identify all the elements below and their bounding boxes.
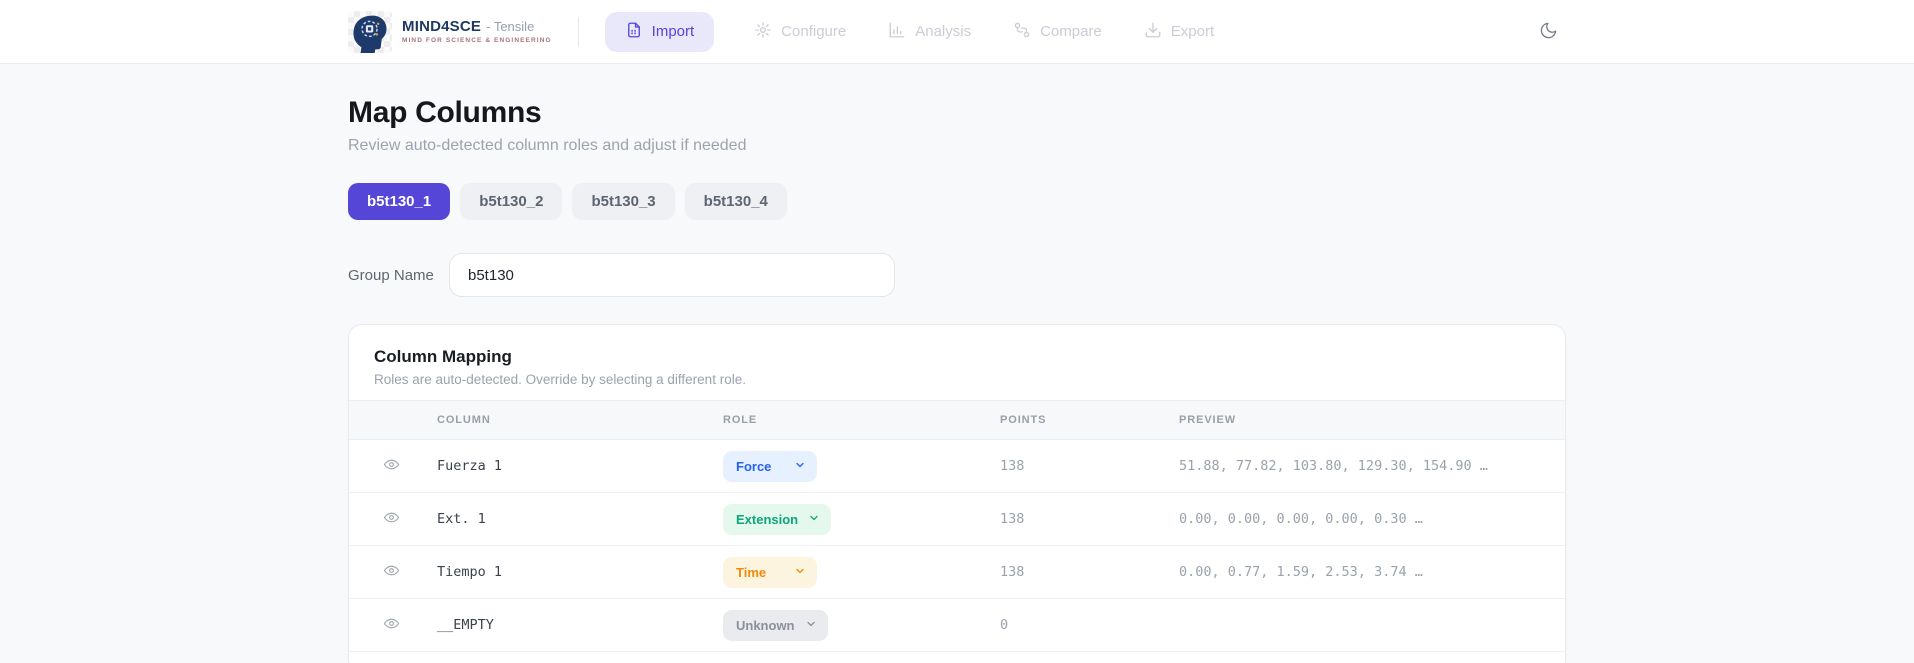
brand-logo-icon	[348, 10, 392, 53]
chevron-down-icon	[794, 459, 806, 474]
nav-item-label: Compare	[1040, 23, 1102, 40]
visibility-toggle[interactable]	[377, 611, 405, 639]
column-header-column: COLUMN	[437, 414, 491, 426]
dataset-tabs: b5t130_1 b5t130_2 b5t130_3 b5t130_4	[348, 183, 1566, 220]
preview-values: 51.88, 77.82, 103.80, 129.30, 154.90 …	[1179, 458, 1488, 474]
nav-item-configure[interactable]: Configure	[752, 12, 848, 52]
nav-item-label: Configure	[781, 23, 847, 40]
role-value: Extension	[736, 511, 799, 527]
compare-icon	[1013, 21, 1031, 43]
download-icon	[1144, 21, 1162, 43]
gear-icon	[754, 21, 772, 43]
top-nav: MIND4SCE - Tensile MIND FOR SCIENCE & EN…	[0, 0, 1914, 64]
role-value: Time	[736, 564, 767, 580]
page-title: Map Columns	[348, 96, 542, 129]
column-name: Tiempo 1	[437, 564, 503, 580]
tab-b5t130-3[interactable]: b5t130_3	[572, 183, 675, 220]
theme-toggle-button[interactable]	[1530, 14, 1566, 50]
table-row: Fuerza 1 Force 138 51.88, 77.82, 103.80,…	[349, 440, 1565, 493]
nav-item-label: Analysis	[915, 23, 972, 40]
page-subtitle: Review auto-detected column roles and ad…	[348, 137, 747, 154]
chevron-down-icon	[794, 565, 806, 580]
column-header-preview: PREVIEW	[1179, 414, 1237, 426]
points-count: 0	[1000, 617, 1009, 633]
brand: MIND4SCE - Tensile MIND FOR SCIENCE & EN…	[348, 10, 552, 53]
nav-item-compare[interactable]: Compare	[1011, 12, 1104, 52]
column-header-points: POINTS	[1000, 414, 1047, 426]
group-name-label: Group Name	[348, 266, 434, 284]
eye-icon	[383, 562, 400, 582]
column-name: Fuerza 1	[437, 458, 503, 474]
nav-item-analysis[interactable]: Analysis	[886, 12, 973, 52]
role-value: Unknown	[736, 617, 795, 633]
group-name-row: Group Name	[348, 253, 1566, 297]
role-select[interactable]: Extension	[723, 503, 832, 535]
points-count: 138	[1000, 564, 1025, 580]
role-value: Force	[736, 458, 772, 474]
preview-values: 0.00, 0.77, 1.59, 2.53, 3.74 …	[1179, 564, 1423, 580]
role-select[interactable]: Unknown	[723, 609, 828, 641]
role-select[interactable]: Force	[723, 450, 817, 482]
preview-values: 0.00, 0.00, 0.00, 0.00, 0.30 …	[1179, 511, 1423, 527]
card-subtitle: Roles are auto-detected. Override by sel…	[374, 372, 746, 387]
table-header: COLUMN ROLE POINTS PREVIEW	[349, 400, 1565, 440]
points-count: 138	[1000, 511, 1025, 527]
visibility-toggle[interactable]	[377, 452, 405, 480]
eye-icon	[383, 456, 400, 476]
column-header-role: ROLE	[723, 414, 758, 426]
brand-tagline: MIND FOR SCIENCE & ENGINEERING	[402, 37, 552, 45]
nav-item-label: Export	[1170, 23, 1215, 40]
nav-item-import[interactable]: Import	[604, 11, 715, 52]
eye-icon	[383, 615, 400, 635]
points-count: 138	[1000, 458, 1025, 474]
tab-b5t130-2[interactable]: b5t130_2	[460, 183, 563, 220]
eye-icon	[383, 509, 400, 529]
role-select[interactable]: Time	[723, 556, 817, 588]
group-name-input[interactable]	[449, 253, 895, 297]
card-title: Column Mapping	[374, 347, 512, 366]
column-name: __EMPTY	[437, 617, 494, 633]
main-content: Map Columns Review auto-detected column …	[348, 96, 1566, 663]
table-row: Ext. 1 Extension 138 0.00, 0.00, 0.00, 0…	[349, 493, 1565, 546]
table-row: __EMPTY Unknown 0	[349, 599, 1565, 652]
visibility-toggle[interactable]	[377, 558, 405, 586]
brand-name: MIND4SCE	[402, 18, 482, 36]
visibility-toggle[interactable]	[377, 505, 405, 533]
table-row-partial	[349, 652, 1565, 663]
brand-suffix: - Tensile	[486, 19, 535, 35]
nav-items: Import Configure Analysis Compare Export	[604, 11, 1216, 52]
nav-divider	[577, 16, 579, 47]
tab-b5t130-4[interactable]: b5t130_4	[684, 183, 787, 220]
table-row: Tiempo 1 Time 138 0.00, 0.77, 1.59, 2.53…	[349, 546, 1565, 599]
bar-chart-icon	[888, 21, 906, 43]
column-mapping-card: Column Mapping Roles are auto-detected. …	[348, 324, 1566, 663]
nav-item-export[interactable]: Export	[1142, 12, 1216, 52]
file-import-icon	[625, 21, 643, 43]
tab-b5t130-1[interactable]: b5t130_1	[348, 183, 451, 220]
column-name: Ext. 1	[437, 511, 486, 527]
chevron-down-icon	[805, 618, 817, 633]
chevron-down-icon	[808, 512, 820, 527]
nav-item-label: Import	[651, 23, 695, 40]
moon-icon	[1539, 21, 1558, 43]
